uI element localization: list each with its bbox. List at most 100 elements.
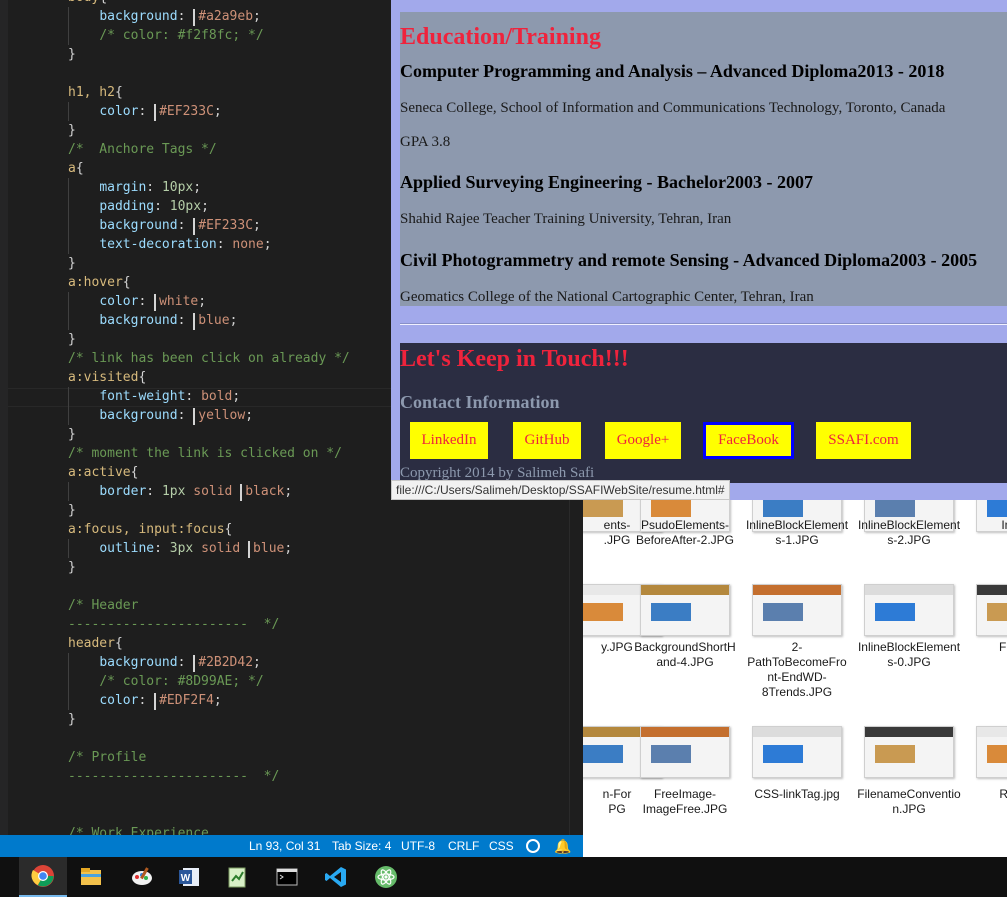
code-line[interactable]: } [0, 558, 570, 577]
education-heading: Education/Training [400, 24, 601, 50]
indent-guide [68, 653, 69, 672]
google-plus-link[interactable]: Google+ [605, 422, 681, 459]
word-icon[interactable]: W [165, 857, 213, 897]
color-swatch[interactable] [154, 294, 157, 311]
code-token: color [99, 693, 139, 708]
image-thumbnail[interactable] [640, 726, 730, 778]
code-line[interactable]: /* color: #8D99AE; */ [0, 672, 570, 691]
code-token: ; [198, 294, 207, 309]
color-swatch[interactable] [193, 9, 196, 26]
file-name[interactable]: BackgroundShortHand-4.JPG [633, 640, 737, 670]
code-token: /* color: #8D99AE; */ [99, 674, 264, 689]
color-swatch[interactable] [154, 693, 157, 710]
code-line[interactable]: color: #EDF2F4; [0, 691, 570, 710]
code-line[interactable]: a:focus, input:focus{ [0, 520, 570, 539]
thumbnail-header [753, 727, 841, 737]
code-line[interactable]: background: #2B2D42; [0, 653, 570, 672]
language-mode[interactable]: CSS [489, 835, 514, 857]
code-token: : [177, 313, 194, 328]
code-token: : [154, 541, 170, 556]
code-line[interactable]: } [0, 501, 570, 520]
terminal-icon[interactable] [263, 857, 311, 897]
code-token: } [68, 332, 76, 347]
code-token: solid [193, 484, 241, 499]
image-thumbnail[interactable] [976, 584, 1007, 636]
smiley-icon[interactable] [526, 839, 540, 853]
file-name[interactable]: CSS-linkTag.jpg [745, 787, 849, 802]
file-name[interactable]: FilenameConvention.JPG [857, 787, 961, 817]
code-token: /* link has been click on already */ [68, 351, 350, 366]
thumbnail-content [651, 500, 691, 517]
encoding[interactable]: UTF-8 [401, 835, 435, 857]
code-line[interactable]: /* Profile [0, 748, 570, 767]
color-swatch[interactable] [193, 313, 196, 330]
file-name[interactable]: PsudoElements-BeforeAfter-2.JPG [633, 518, 737, 548]
file-name[interactable]: 2-PathToBecomeFront-EndWD-8Trends.JPG [745, 640, 849, 700]
linkedin-link[interactable]: LinkedIn [410, 422, 488, 459]
code-line[interactable]: ----------------------- */ [0, 615, 570, 634]
code-token: outline [99, 541, 155, 556]
image-thumbnail[interactable] [864, 584, 954, 636]
file-name[interactable]: InlineBlockElements-0.JPG [857, 640, 961, 670]
image-thumbnail[interactable] [752, 584, 842, 636]
tab-size[interactable]: Tab Size: 4 [332, 835, 391, 857]
ssafi-link[interactable]: SSAFI.com [816, 422, 911, 459]
atom-icon[interactable] [362, 857, 410, 897]
code-line[interactable]: ----------------------- */ [0, 767, 570, 786]
code-line[interactable] [0, 729, 570, 748]
code-line[interactable]: /* Header [0, 596, 570, 615]
code-line[interactable]: outline: 3px solid blue; [0, 539, 570, 558]
code-token: } [68, 427, 76, 442]
cursor-position[interactable]: Ln 93, Col 31 [249, 835, 320, 857]
color-swatch[interactable] [240, 484, 243, 501]
file-name[interactable]: Relative [969, 787, 1007, 802]
chrome-icon[interactable] [19, 857, 67, 897]
notepad-icon[interactable] [213, 857, 261, 897]
education-section: Education/Training Computer Programming … [400, 12, 1007, 306]
line-endings[interactable]: CRLF [448, 835, 479, 857]
vscode-icon[interactable] [312, 857, 360, 897]
file-name[interactable]: InlineBlockElements-1.JPG [745, 518, 849, 548]
file-name[interactable]: FreeImage-ImageFree.JPG [633, 787, 737, 817]
paint-icon[interactable] [118, 857, 166, 897]
code-token: black [245, 484, 285, 499]
file-name[interactable]: InlineBlockElements-2.JPG [857, 518, 961, 548]
color-swatch[interactable] [193, 218, 196, 235]
code-token: { [224, 522, 233, 537]
file-name[interactable]: InlineBl ents- [969, 518, 1007, 548]
school-text: Geomatics College of the National Cartog… [400, 289, 814, 305]
code-token: } [68, 503, 76, 518]
facebook-link[interactable]: FaceBook [703, 422, 794, 459]
code-token: ; [193, 180, 202, 195]
code-line[interactable]: /* Work Experience [0, 824, 570, 835]
thumbnail-content [875, 500, 915, 517]
code-token: none [232, 237, 264, 252]
color-swatch[interactable] [154, 104, 157, 121]
code-token: : [146, 180, 162, 195]
code-token: solid [201, 541, 249, 556]
code-line[interactable]: } [0, 710, 570, 729]
image-thumbnail[interactable] [976, 726, 1007, 778]
image-thumbnail[interactable] [752, 726, 842, 778]
image-thumbnail[interactable] [864, 726, 954, 778]
code-token: a:visited [68, 370, 139, 385]
file-name[interactable]: FloatEle [969, 640, 1007, 655]
code-line[interactable] [0, 805, 570, 824]
code-line[interactable] [0, 786, 570, 805]
code-token: white [159, 294, 199, 309]
code-line[interactable] [0, 577, 570, 596]
code-line[interactable]: header{ [0, 634, 570, 653]
color-swatch[interactable] [248, 541, 251, 558]
image-thumbnail[interactable] [640, 584, 730, 636]
color-swatch[interactable] [193, 655, 196, 672]
color-swatch[interactable] [193, 408, 196, 425]
github-link[interactable]: GitHub [513, 422, 581, 459]
code-token: 1px [161, 484, 186, 499]
bell-icon[interactable]: 🔔 [554, 835, 571, 857]
file-explorer-icon[interactable] [67, 857, 115, 897]
